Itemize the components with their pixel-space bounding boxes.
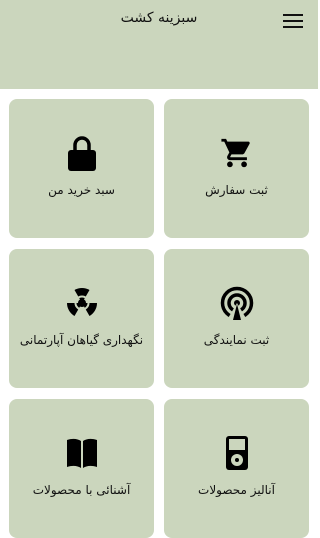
hamburger-menu-icon[interactable] (283, 14, 303, 29)
tile-cart[interactable]: سبد خرید من (9, 99, 154, 238)
tile-agency-label: ثبت نمایندگی (203, 333, 270, 347)
tile-analysis[interactable]: آنالیز محصولات (164, 399, 309, 538)
lock-icon (9, 135, 154, 171)
tile-care[interactable]: نگهداری گیاهان آپارتمانی (9, 249, 154, 388)
tile-cart-label: سبد خرید من (48, 183, 115, 197)
book-icon (9, 435, 154, 471)
device-icon (164, 435, 309, 471)
app-title: سبزینه کشت (120, 10, 198, 26)
broadcast-icon (164, 285, 309, 321)
tile-order[interactable]: ثبت سفارش (164, 99, 309, 238)
tile-agency[interactable]: ثبت نمایندگی (164, 249, 309, 388)
tile-intro[interactable]: آشنائی با محصولات (9, 399, 154, 538)
tile-intro-label: آشنائی با محصولات (32, 483, 131, 497)
tile-order-label: ثبت سفارش (205, 183, 268, 197)
shopping-cart-icon (164, 135, 309, 171)
app-header: سبزینه کشت (0, 0, 318, 89)
radiation-icon (9, 285, 154, 321)
tile-care-label: نگهداری گیاهان آپارتمانی (19, 333, 144, 347)
tile-analysis-label: آنالیز محصولات (198, 483, 275, 497)
